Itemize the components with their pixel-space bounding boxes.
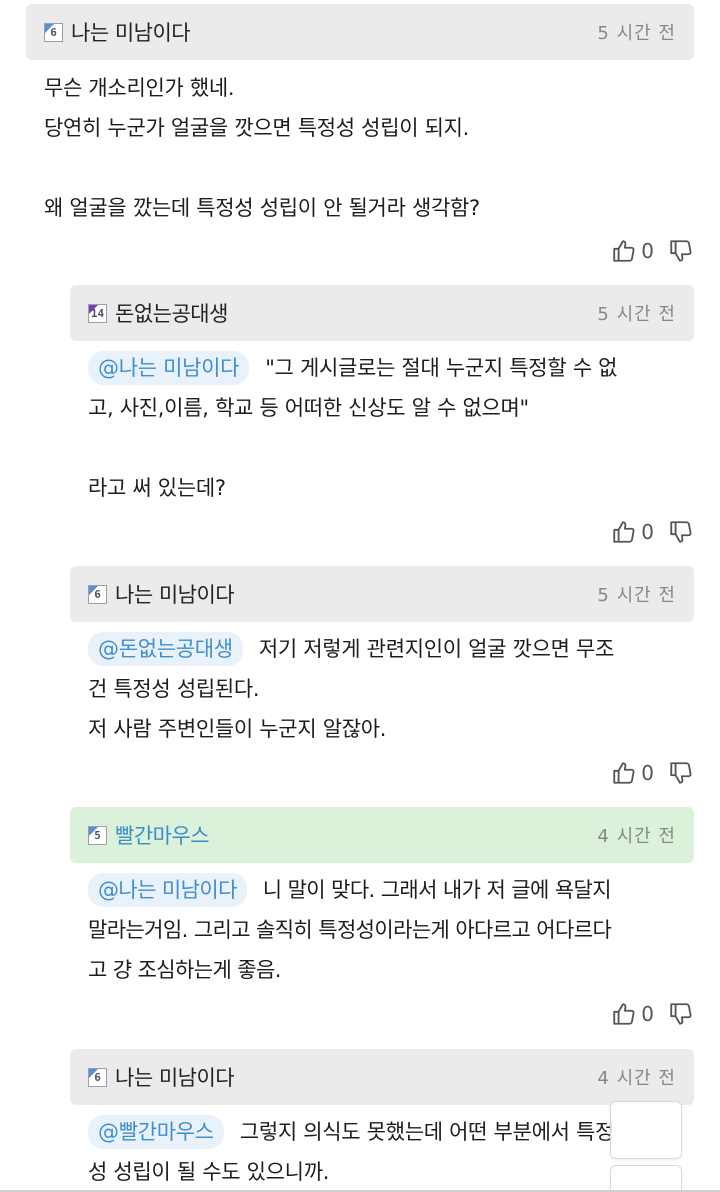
comment-body: @빨간마우스 그렇지 의식도 못했는데 어떤 부분에서 특정 성 성립이 될 수도…: [88, 1112, 694, 1192]
comment-text: "그 게시글로는 절대 누군지 특정할 수 없: [265, 356, 618, 380]
author-name[interactable]: 나는 미남이다: [115, 579, 235, 609]
mention-tag[interactable]: @나는 미남이다: [88, 351, 250, 385]
thumbs-up-icon: [613, 1003, 635, 1025]
thumbs-down-icon: [670, 1003, 692, 1025]
comment-body: 무슨 개소리인가 했네. 당연히 누군가 얼굴을 깟으면 특정성 성립이 되지.…: [44, 68, 664, 228]
like-button[interactable]: 0: [611, 519, 654, 545]
comment-line: 성 성립이 될 수도 있으니까.: [88, 1160, 330, 1184]
timestamp: 5 시간 전: [597, 23, 676, 44]
like-button[interactable]: 0: [611, 1001, 654, 1027]
comment-line: 왜 얼굴을 깠는데 특정성 성립이 안 될거라 생각함?: [44, 196, 480, 220]
like-count: 0: [641, 520, 654, 544]
like-button[interactable]: 0: [611, 760, 654, 786]
reply-comment: 6 나는 미남이다 5 시간 전 @돈없는공대생 저기 저렇게 관련지인이 얼굴 …: [70, 566, 694, 796]
comment-line: @나는 미남이다 "그 게시글로는 절대 누군지 특정할 수 없: [88, 348, 694, 388]
comment: 6 나는 미남이다 5 시간 전 무슨 개소리인가 했네. 당연히 누군가 얼굴…: [26, 4, 694, 274]
thumbs-down-icon: [670, 762, 692, 784]
dislike-button[interactable]: [668, 760, 694, 786]
comment-header: 6 나는 미남이다 5 시간 전: [70, 566, 694, 622]
scroll-down-button[interactable]: [610, 1165, 682, 1192]
level-badge-icon: 14: [88, 303, 107, 323]
comment-header: 6 나는 미남이다 5 시간 전: [26, 4, 694, 60]
reply-comment: 5 빨간마우스 4 시간 전 @나는 미남이다 니 말이 맞다. 그래서 내가 저…: [70, 807, 694, 1037]
comment-line: [88, 428, 694, 468]
mention-tag[interactable]: @돈없는공대생: [88, 632, 243, 666]
mention-tag[interactable]: @나는 미남이다: [88, 873, 247, 907]
vote-actions: 0: [611, 755, 694, 791]
timestamp: 5 시간 전: [597, 585, 676, 606]
thumbs-up-icon: [613, 762, 635, 784]
vote-actions: 0: [611, 514, 694, 550]
comment-line: @빨간마우스 그렇지 의식도 못했는데 어떤 부분에서 특정: [88, 1112, 694, 1152]
comment-line: @나는 미남이다 니 말이 맞다. 그래서 내가 저 글에 욕달지: [88, 870, 698, 910]
dislike-button[interactable]: [668, 519, 694, 545]
vote-actions: 0: [611, 233, 694, 269]
timestamp: 4 시간 전: [597, 826, 676, 847]
comment-line: 건 특정성 성립된다.: [88, 677, 260, 701]
comment-line: 고 걍 조심하는게 좋음.: [88, 958, 281, 982]
dislike-button[interactable]: [668, 238, 694, 264]
level-badge-icon: 5: [88, 825, 107, 845]
mention-tag[interactable]: @빨간마우스: [88, 1115, 224, 1149]
like-button[interactable]: 0: [611, 238, 654, 264]
reply-comment: 14 돈없는공대생 5 시간 전 @나는 미남이다 "그 게시글로는 절대 누군지…: [70, 285, 694, 555]
comment-line: 무슨 개소리인가 했네.: [44, 76, 235, 100]
level-badge-icon: 6: [88, 584, 107, 604]
comment-line: 라고 써 있는데?: [88, 476, 226, 500]
like-count: 0: [641, 239, 654, 263]
comment-line: 고, 사진,이름, 학교 등 어떠한 신상도 알 수 없으며": [88, 396, 529, 420]
author-name[interactable]: 나는 미남이다: [71, 17, 191, 47]
comment-text: 그렇지 의식도 못했는데 어떤 부분에서 특정: [239, 1120, 615, 1144]
comment-line: 당연히 누군가 얼굴을 깟으면 특정성 성립이 되지.: [44, 116, 470, 140]
comment-header: 5 빨간마우스 4 시간 전: [70, 807, 694, 863]
like-count: 0: [641, 761, 654, 785]
vote-actions: 0: [611, 996, 694, 1032]
thumbs-up-icon: [613, 521, 635, 543]
dislike-button[interactable]: [668, 1001, 694, 1027]
timestamp: 5 시간 전: [597, 304, 676, 325]
like-count: 0: [641, 1002, 654, 1026]
comment-text: 저기 저렇게 관련지인이 얼굴 깟으면 무조: [258, 637, 615, 661]
author-name[interactable]: 돈없는공대생: [115, 298, 228, 328]
comment-body: @나는 미남이다 니 말이 맞다. 그래서 내가 저 글에 욕달지 말라는거임. …: [88, 870, 698, 990]
reply-comment: 6 나는 미남이다 4 시간 전 @빨간마우스 그렇지 의식도 못했는데 어떤 부…: [70, 1049, 694, 1192]
comment-line: [44, 148, 664, 188]
level-badge-icon: 6: [44, 22, 63, 42]
comment-text: 니 말이 맞다. 그래서 내가 저 글에 욕달지: [262, 878, 612, 902]
thumbs-down-icon: [670, 521, 692, 543]
comment-body: @돈없는공대생 저기 저렇게 관련지인이 얼굴 깟으면 무조 건 특정성 성립된다…: [88, 629, 694, 749]
comment-line: 저 사람 주변인들이 누군지 알잖아.: [88, 717, 387, 741]
author-name[interactable]: 빨간마우스: [115, 820, 210, 850]
comment-header: 6 나는 미남이다 4 시간 전: [70, 1049, 694, 1105]
level-badge-icon: 6: [88, 1067, 107, 1087]
comment-line: 말라는거임. 그리고 솔직히 특정성이라는게 아다르고 어다르다: [88, 918, 612, 942]
comment-body: @나는 미남이다 "그 게시글로는 절대 누군지 특정할 수 없 고, 사진,이름…: [88, 348, 694, 508]
thumbs-down-icon: [670, 240, 692, 262]
scroll-top-button[interactable]: [610, 1101, 682, 1159]
comment-line: @돈없는공대생 저기 저렇게 관련지인이 얼굴 깟으면 무조: [88, 629, 694, 669]
comment-header: 14 돈없는공대생 5 시간 전: [70, 285, 694, 341]
thumbs-up-icon: [613, 240, 635, 262]
author-name[interactable]: 나는 미남이다: [115, 1062, 235, 1092]
timestamp: 4 시간 전: [597, 1068, 676, 1089]
